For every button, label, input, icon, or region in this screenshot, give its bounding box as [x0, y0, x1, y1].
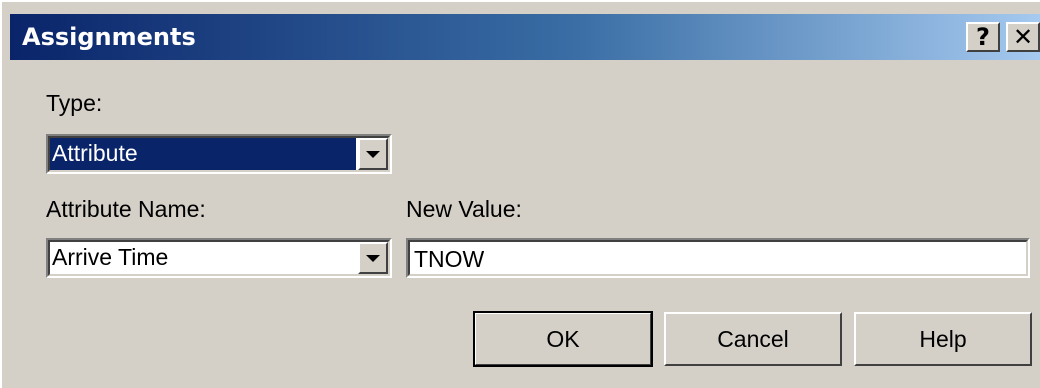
- new-value-input-frame: [408, 240, 1028, 276]
- chevron-down-icon: [366, 254, 380, 262]
- title-bar[interactable]: Assignments ? ✕: [10, 14, 1040, 60]
- type-dropdown-button[interactable]: [358, 138, 388, 170]
- attribute-name-select[interactable]: Arrive Time: [46, 238, 392, 278]
- attribute-name-label: Attribute Name:: [46, 196, 206, 222]
- new-value-text: TNOW: [414, 246, 485, 272]
- window-title: Assignments: [22, 23, 196, 51]
- ok-button[interactable]: OK: [473, 311, 653, 367]
- help-button[interactable]: Help: [854, 312, 1032, 366]
- cancel-button[interactable]: Cancel: [664, 312, 842, 366]
- help-icon[interactable]: ?: [966, 22, 1000, 52]
- close-icon[interactable]: ✕: [1006, 22, 1040, 52]
- attribute-name-dropdown-button[interactable]: [358, 242, 388, 274]
- attribute-name-select-value: Arrive Time: [52, 244, 169, 270]
- type-select[interactable]: Attribute: [46, 134, 392, 174]
- chevron-down-icon: [366, 150, 380, 158]
- assignments-dialog: Assignments ? ✕ Type: Attribute Attribut…: [0, 0, 1040, 388]
- new-value-label: New Value:: [406, 196, 522, 222]
- type-label: Type:: [46, 90, 103, 116]
- new-value-input[interactable]: TNOW: [406, 238, 1030, 278]
- type-select-value: Attribute: [50, 138, 356, 170]
